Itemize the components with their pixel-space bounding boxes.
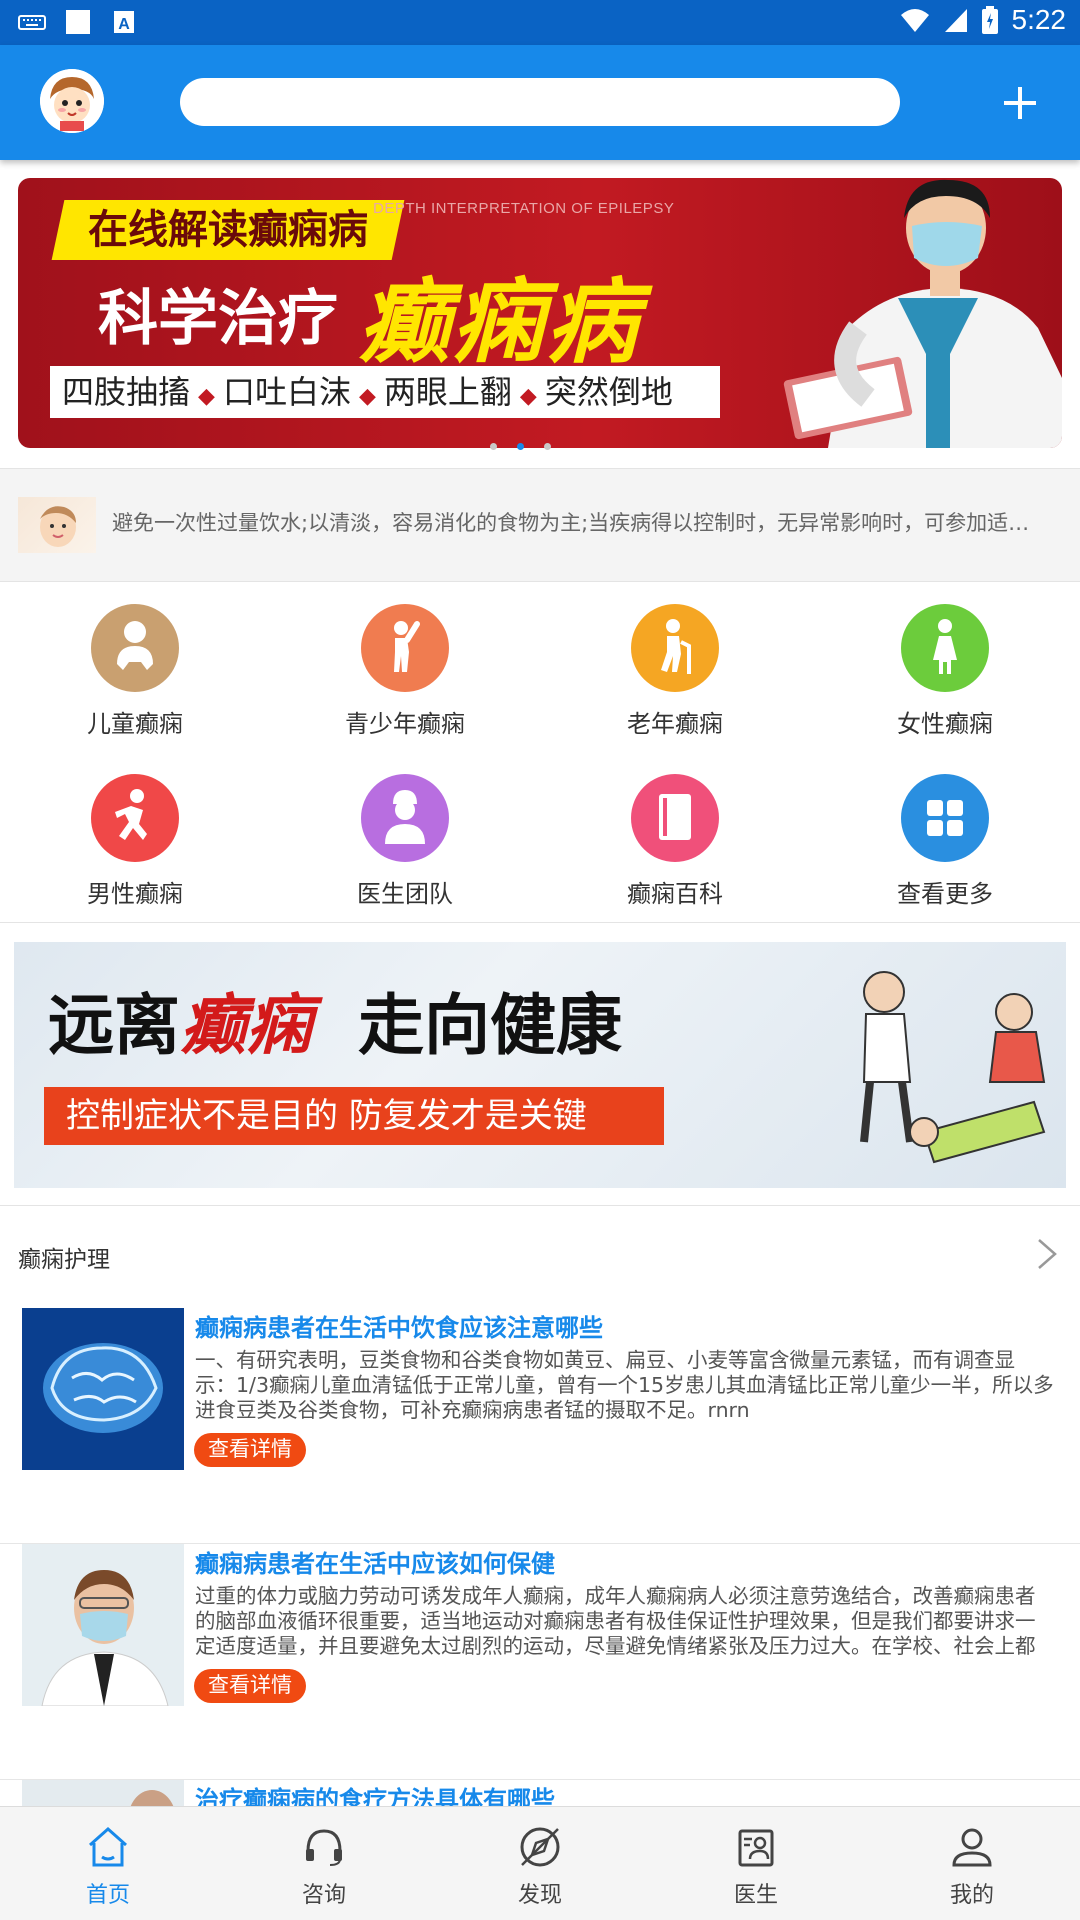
promo-tagline: 控制症状不是目的 防复发才是关键 <box>44 1087 664 1145</box>
status-left-icons: A <box>18 8 138 36</box>
man-running-icon <box>91 774 179 862</box>
notice-bar[interactable]: 避免一次性过量饮水;以清淡，容易消化的食物为主;当疾病得以控制时，无异常影响时，… <box>0 468 1080 582</box>
category-male-epilepsy[interactable]: 男性癫痫 <box>0 754 270 924</box>
promo-title: 远离癫痫 走向健康 <box>48 987 622 1064</box>
category-teen-epilepsy[interactable]: 青少年癫痫 <box>270 584 540 754</box>
banner-subtitle-en: DEPTH INTERPRETATION OF EPILEPSY <box>373 200 675 217</box>
wifi-icon <box>900 9 929 32</box>
battery-icon <box>981 6 998 34</box>
banner-title-a: 科学治疗 <box>98 284 338 354</box>
baby-icon <box>91 604 179 692</box>
chevron-right-icon[interactable] <box>1035 1236 1059 1272</box>
compass-icon <box>520 1827 560 1867</box>
status-right: 5:22 <box>900 4 1067 36</box>
nav-label: 发现 <box>517 1883 562 1908</box>
notice-text: 避免一次性过量饮水;以清淡，容易消化的食物为主;当疾病得以控制时，无异常影响时，… <box>112 511 1042 535</box>
grid-icon <box>901 774 989 862</box>
svg-text:A: A <box>118 16 130 33</box>
first-aid-illustration <box>860 971 1046 1164</box>
hero-banner[interactable]: 在线解读癫痫病 DEPTH INTERPRETATION OF EPILEPSY… <box>18 178 1062 448</box>
category-label: 女性癫痫 <box>897 710 993 738</box>
status-bar: A 5:22 <box>0 0 1080 45</box>
article-title[interactable]: 癫痫病患者在生活中应该如何保健 <box>195 1544 555 1579</box>
person-icon <box>952 1828 992 1867</box>
carousel-dot <box>544 443 551 450</box>
status-time: 5:22 <box>1011 4 1067 35</box>
category-label: 青少年癫痫 <box>345 710 465 738</box>
woman-icon <box>901 604 989 692</box>
section-title: 癫痫护理 <box>18 1247 110 1273</box>
carousel-dot-active <box>517 443 524 450</box>
category-children-epilepsy[interactable]: 儿童癫痫 <box>0 584 270 754</box>
carousel-indicator <box>490 443 551 450</box>
banner-title-b: 癫痫病 <box>358 269 641 376</box>
category-female-epilepsy[interactable]: 女性癫痫 <box>810 584 1080 754</box>
add-button[interactable] <box>990 73 1050 133</box>
keyboard-icon <box>18 15 46 30</box>
divider <box>0 1205 1080 1206</box>
headset-icon <box>306 1829 342 1866</box>
article-item[interactable]: 癫痫病患者在生活中应该如何保健 过重的体力或脑力劳动可诱发成年人癫痫，成年人癫痫… <box>0 1544 1080 1780</box>
article-item[interactable]: 癫痫病患者在生活中饮食应该注意哪些 一、有研究表明，豆类食物和谷类食物如黄豆、扁… <box>0 1308 1080 1544</box>
category-epilepsy-encyclopedia[interactable]: 癫痫百科 <box>540 754 810 924</box>
book-icon <box>631 774 719 862</box>
doctor-card-icon <box>738 1829 774 1867</box>
doctor-thumbnail <box>22 1544 184 1706</box>
brain-thumbnail <box>22 1308 184 1470</box>
nav-label: 我的 <box>949 1883 994 1908</box>
nav-home[interactable]: 首页 <box>0 1807 216 1920</box>
signal-icon <box>944 9 967 32</box>
home-icon <box>89 1826 127 1867</box>
category-doctor-team[interactable]: 医生团队 <box>270 754 540 924</box>
nav-label: 首页 <box>85 1883 130 1908</box>
category-label: 医生团队 <box>357 880 453 908</box>
category-elderly-epilepsy[interactable]: 老年癫痫 <box>540 584 810 754</box>
banner-symptoms: 四肢抽搐 ◆ 口吐白沫 ◆ 两眼上翻 ◆ 突然倒地 <box>50 366 720 418</box>
category-label: 查看更多 <box>897 880 993 908</box>
category-label: 男性癫痫 <box>87 880 183 908</box>
view-details-button[interactable]: 查看详情 <box>194 1433 306 1467</box>
nav-consult[interactable]: 咨询 <box>216 1807 432 1920</box>
nurse-icon <box>361 774 449 862</box>
font-a-icon: A <box>114 11 134 33</box>
divider <box>0 922 1080 923</box>
article-title[interactable]: 癫痫病患者在生活中饮食应该注意哪些 <box>195 1308 603 1343</box>
article-summary: 过重的体力或脑力劳动可诱发成年人癫痫，成年人癫痫病人必须注意劳逸结合，改善癫痫患… <box>195 1584 1036 1658</box>
category-label: 老年癫痫 <box>627 710 723 738</box>
user-avatar[interactable] <box>40 69 104 133</box>
square-notification-icon <box>66 10 90 34</box>
elderly-icon <box>631 604 719 692</box>
category-label: 癫痫百科 <box>627 880 723 908</box>
baby-thumbnail <box>18 497 96 553</box>
search-input[interactable] <box>180 78 900 126</box>
promo-banner[interactable]: 远离癫痫 走向健康 控制症状不是目的 防复发才是关键 <box>14 942 1066 1188</box>
carousel-dot <box>490 443 497 450</box>
category-see-more[interactable]: 查看更多 <box>810 754 1080 924</box>
nav-doctor[interactable]: 医生 <box>648 1807 864 1920</box>
cartoon-girl-avatar-icon <box>40 69 104 133</box>
nav-label: 医生 <box>733 1883 778 1908</box>
category-grid: 儿童癫痫 青少年癫痫 老年癫痫 女性癫痫 男性癫痫 医生团队 癫痫百科 查看更多 <box>0 584 1080 924</box>
nav-discover[interactable]: 发现 <box>432 1807 648 1920</box>
nav-mine[interactable]: 我的 <box>864 1807 1080 1920</box>
view-details-button[interactable]: 查看详情 <box>194 1669 306 1703</box>
banner-tag: 在线解读癫痫病 <box>51 200 405 260</box>
baby-face-icon <box>40 506 76 547</box>
category-label: 儿童癫痫 <box>87 710 183 738</box>
nav-label: 咨询 <box>301 1883 346 1908</box>
teen-icon <box>361 604 449 692</box>
bottom-navigation: 首页 咨询 发现 医生 我的 <box>0 1806 1080 1920</box>
article-summary: 一、有研究表明，豆类食物和谷类食物如黄豆、扁豆、小麦等富含微量元素锰，而有调查显… <box>195 1348 1054 1422</box>
app-header <box>0 45 1080 160</box>
doctor-illustration <box>783 179 1062 448</box>
